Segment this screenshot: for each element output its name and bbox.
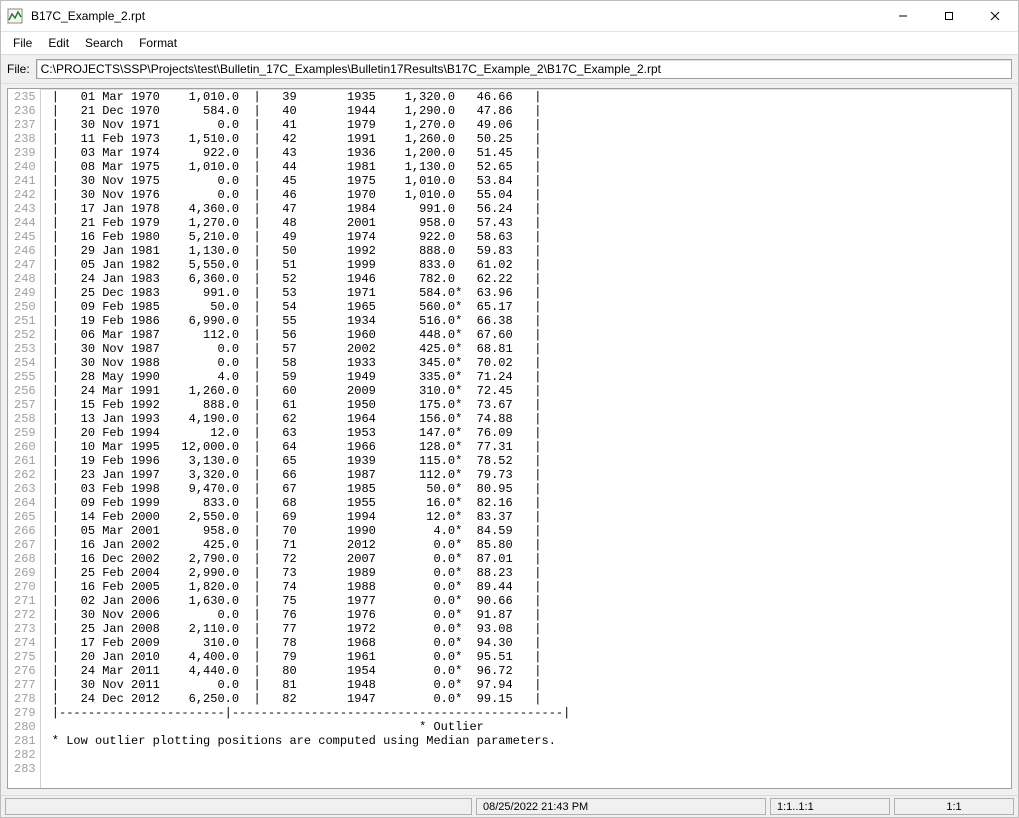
line-number-gutter: 235 236 237 238 239 240 241 242 243 244 … — [8, 89, 41, 788]
window-title: B17C_Example_2.rpt — [29, 9, 880, 23]
statusbar: 08/25/2022 21:43 PM 1:1..1:1 1:1 — [1, 795, 1018, 817]
window-controls — [880, 1, 1018, 31]
editor-content[interactable]: 235 236 237 238 239 240 241 242 243 244 … — [8, 89, 1011, 788]
editor-scroll[interactable]: 235 236 237 238 239 240 241 242 243 244 … — [8, 89, 1011, 788]
titlebar: B17C_Example_2.rpt — [1, 1, 1018, 32]
status-cell-1 — [5, 798, 472, 815]
maximize-button[interactable] — [926, 1, 972, 31]
app-icon — [7, 8, 23, 24]
file-label: File: — [7, 62, 30, 76]
menu-edit[interactable]: Edit — [40, 34, 77, 52]
close-button[interactable] — [972, 1, 1018, 31]
code-text[interactable]: | 01 Mar 1970 1,010.0 | 39 1935 1,320.0 … — [41, 89, 1011, 788]
status-cell-position: 1:1 — [894, 798, 1014, 815]
file-path-input[interactable]: C:\PROJECTS\SSP\Projects\test\Bulletin_1… — [36, 59, 1012, 79]
app-window: B17C_Example_2.rpt File Edit Search Form… — [0, 0, 1019, 818]
minimize-button[interactable] — [880, 1, 926, 31]
menu-search[interactable]: Search — [77, 34, 131, 52]
status-cell-selection: 1:1..1:1 — [770, 798, 890, 815]
status-cell-datetime: 08/25/2022 21:43 PM — [476, 798, 766, 815]
menu-file[interactable]: File — [5, 34, 40, 52]
editor-area: 235 236 237 238 239 240 241 242 243 244 … — [7, 88, 1012, 789]
menubar: File Edit Search Format — [1, 32, 1018, 55]
menu-format[interactable]: Format — [131, 34, 185, 52]
file-path-row: File: C:\PROJECTS\SSP\Projects\test\Bull… — [1, 55, 1018, 84]
